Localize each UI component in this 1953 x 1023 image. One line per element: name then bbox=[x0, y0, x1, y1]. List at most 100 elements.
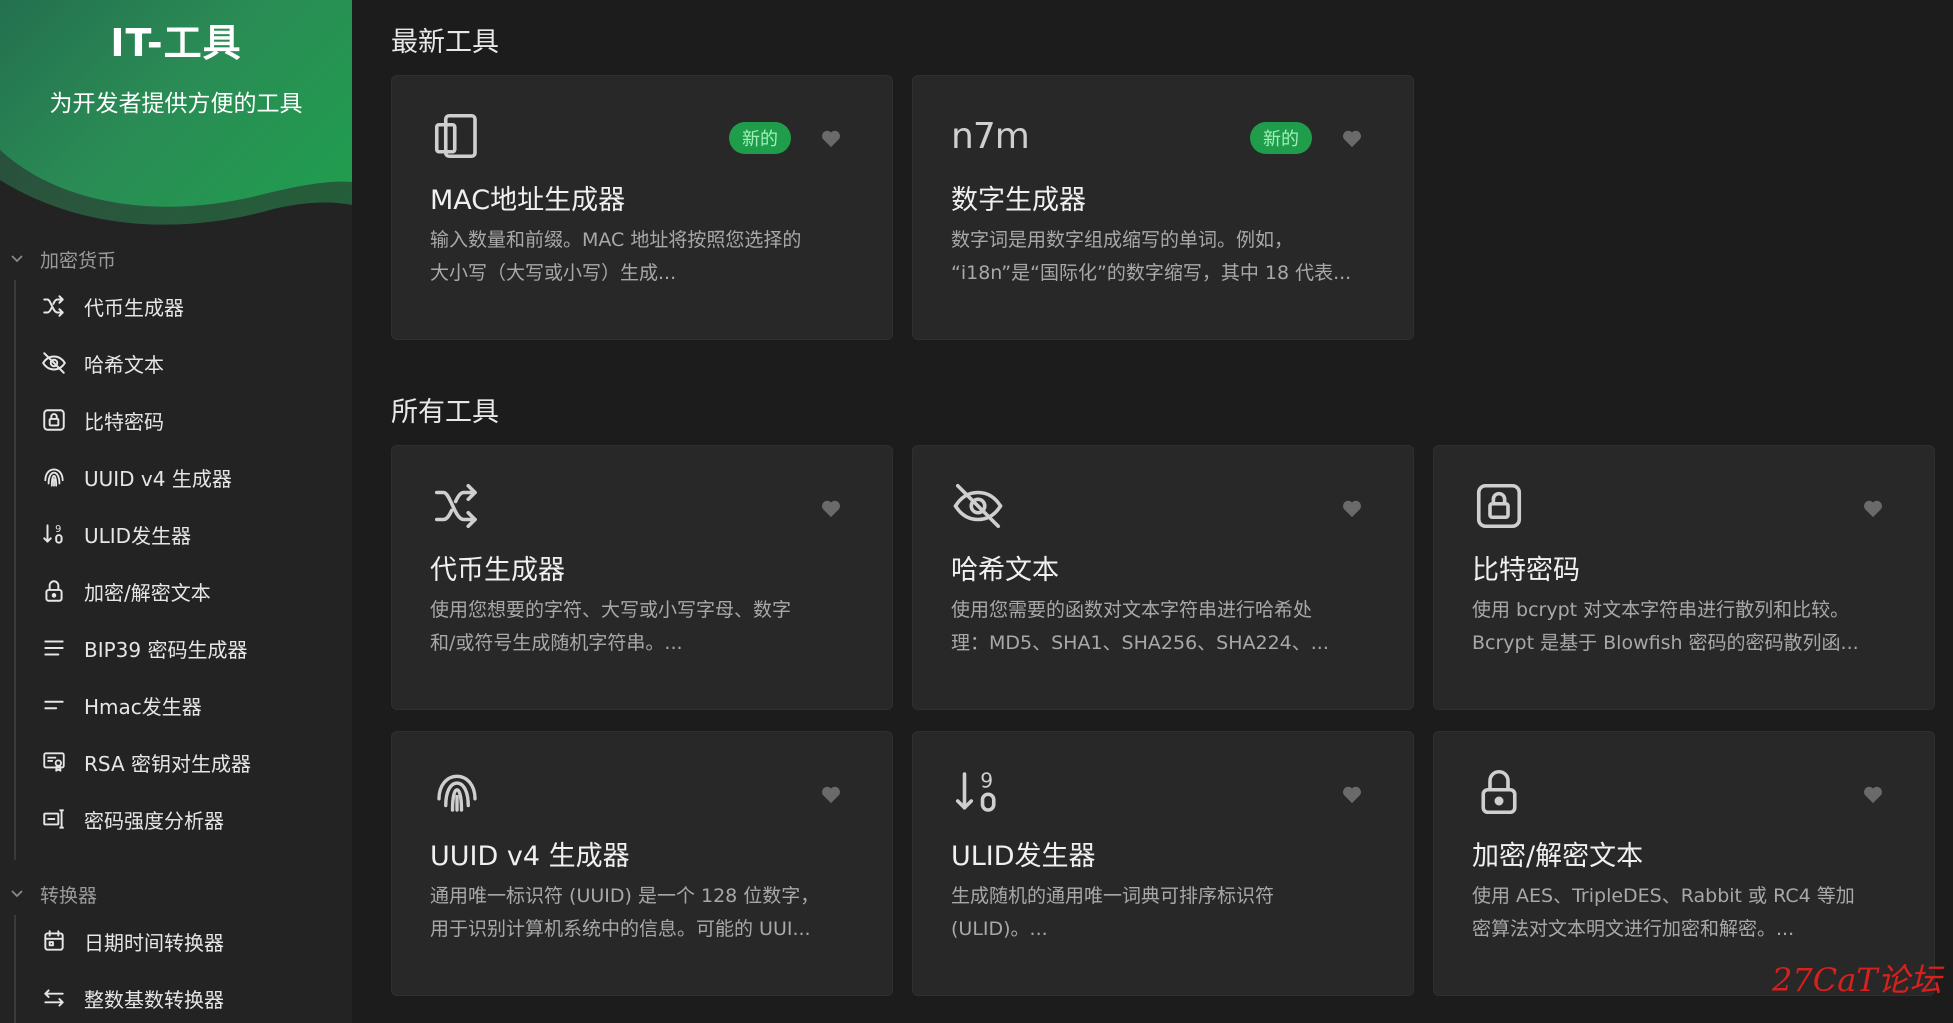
password-icon bbox=[40, 805, 68, 833]
description-line: 输入数量和前缀。MAC 地址将按照您选择的 bbox=[430, 229, 802, 251]
heart-icon[interactable] bbox=[817, 494, 845, 522]
chevron-down-icon bbox=[2, 879, 32, 909]
tool-card-mac-generator[interactable]: 新的 MAC地址生成器 输入数量和前缀。MAC 地址将按照您选择的 大小写（大写… bbox=[391, 75, 893, 340]
new-badge: 新的 bbox=[1250, 122, 1312, 154]
sidebar-item-hash-text[interactable]: 哈希文本 bbox=[40, 340, 340, 386]
description-line: (ULID)。... bbox=[951, 918, 1048, 940]
shuffle-icon bbox=[430, 478, 486, 534]
description-line: 使用您需要的函数对文本字符串进行哈希处 bbox=[951, 599, 1313, 621]
n7m-icon-text: n7m bbox=[951, 115, 1030, 157]
sidebar-item-encrypt-decrypt[interactable]: 加密/解密文本 bbox=[40, 568, 340, 614]
sidebar-item-label: BIP39 密码生成器 bbox=[84, 637, 248, 662]
heart-icon[interactable] bbox=[1338, 780, 1366, 808]
certificate-icon bbox=[40, 748, 68, 776]
sidebar-item-label: 密码强度分析器 bbox=[84, 808, 224, 833]
app-subtitle: 为开发者提供方便的工具 bbox=[49, 91, 303, 117]
chevron-down-icon bbox=[2, 244, 32, 274]
tool-card-title: ULID发生器 bbox=[951, 841, 1096, 872]
tool-card-description: 通用唯一标识符 (UUID) 是一个 128 位数字， 用于识别计算机系统中的信… bbox=[430, 880, 860, 946]
tool-card-description: 使用您需要的函数对文本字符串进行哈希处 理：MD5、SHA1、SHA256、SH… bbox=[951, 594, 1381, 660]
sidebar: IT-工具 为开发者提供方便的工具 加密货币 代币生成器 哈希文本 比特密码 U… bbox=[0, 0, 352, 1023]
tool-card-title: 哈希文本 bbox=[951, 555, 1059, 586]
tool-card-title: UUID v4 生成器 bbox=[430, 841, 630, 872]
sidebar-item-ulid-generator[interactable]: 9 ULID发生器 bbox=[40, 511, 340, 557]
sort-numeric-icon: 9 bbox=[40, 520, 68, 548]
tool-card-description: 使用 AES、TripleDES、Rabbit 或 RC4 等加 密算法对文本明… bbox=[1472, 880, 1902, 946]
sidebar-item-password-strength[interactable]: 密码强度分析器 bbox=[40, 796, 340, 842]
description-line: 密算法对文本明文进行加密和解密。... bbox=[1472, 918, 1795, 940]
sidebar-item-date-converter[interactable]: 日期时间转换器 bbox=[40, 918, 340, 964]
heart-icon[interactable] bbox=[1338, 124, 1366, 152]
sidebar-item-label: 代币生成器 bbox=[84, 295, 184, 320]
shuffle-icon bbox=[40, 292, 68, 320]
fingerprint-icon bbox=[430, 764, 486, 820]
tool-card-description: 使用您想要的字符、大写或小写字母、数字 和/或符号生成随机字符串。... bbox=[430, 594, 860, 660]
tool-card-hash-text[interactable]: 哈希文本 使用您需要的函数对文本字符串进行哈希处 理：MD5、SHA1、SHA2… bbox=[912, 445, 1414, 710]
sidebar-item-token-generator[interactable]: 代币生成器 bbox=[40, 283, 340, 329]
section-title-latest: 最新工具 bbox=[391, 27, 499, 58]
description-line: 数字词是用数字组成缩写的单词。例如， bbox=[951, 229, 1294, 251]
tool-card-description: 数字词是用数字组成缩写的单词。例如， “i18n”是“国际化”的数字缩写，其中 … bbox=[951, 224, 1381, 290]
lock-icon bbox=[1472, 764, 1528, 820]
description-line: 使用您想要的字符、大写或小写字母、数字 bbox=[430, 599, 792, 621]
sidebar-item-label: 加密/解密文本 bbox=[84, 580, 211, 605]
description-line: 理：MD5、SHA1、SHA256、SHA224、... bbox=[951, 632, 1329, 654]
sidebar-group-label: 转换器 bbox=[40, 884, 98, 907]
app-title[interactable]: IT-工具 bbox=[0, 12, 352, 67]
tool-card-token-generator[interactable]: 代币生成器 使用您想要的字符、大写或小写字母、数字 和/或符号生成随机字符串。.… bbox=[391, 445, 893, 710]
description-line: 和/或符号生成随机字符串。... bbox=[430, 632, 683, 654]
description-line: Bcrypt 是基于 Blowfish 密码的密码散列函... bbox=[1472, 632, 1859, 654]
tool-card-uuid-generator[interactable]: UUID v4 生成器 通用唯一标识符 (UUID) 是一个 128 位数字， … bbox=[391, 731, 893, 996]
sidebar-item-label: RSA 密钥对生成器 bbox=[84, 751, 252, 776]
tool-card-title: 加密/解密文本 bbox=[1472, 841, 1644, 872]
svg-text:9: 9 bbox=[55, 524, 61, 535]
sidebar-group-crypto[interactable]: 加密货币 bbox=[0, 244, 116, 274]
description-line: 大小写（大写或小写）生成... bbox=[430, 262, 677, 284]
new-badge: 新的 bbox=[729, 122, 791, 154]
description-line: 通用唯一标识符 (UUID) 是一个 128 位数字， bbox=[430, 885, 820, 907]
list-icon bbox=[40, 634, 68, 662]
heart-icon[interactable] bbox=[1859, 780, 1887, 808]
heart-icon[interactable] bbox=[817, 124, 845, 152]
description-line: 生成随机的通用唯一词典可排序标识符 bbox=[951, 885, 1275, 907]
group-divider-line bbox=[14, 280, 16, 860]
sidebar-item-label: 哈希文本 bbox=[84, 352, 164, 377]
sidebar-item-hmac-generator[interactable]: Hmac发生器 bbox=[40, 682, 340, 728]
app-header: IT-工具 为开发者提供方便的工具 bbox=[0, 0, 352, 230]
description-line: 用于识别计算机系统中的信息。可能的 UUI... bbox=[430, 918, 811, 940]
fingerprint-icon bbox=[40, 463, 68, 491]
sidebar-item-label: 比特密码 bbox=[84, 409, 164, 434]
sidebar-item-uuid-generator[interactable]: UUID v4 生成器 bbox=[40, 454, 340, 500]
tool-card-description: 输入数量和前缀。MAC 地址将按照您选择的 大小写（大写或小写）生成... bbox=[430, 224, 860, 290]
short-text-icon bbox=[40, 691, 68, 719]
heart-icon[interactable] bbox=[1859, 494, 1887, 522]
heart-icon[interactable] bbox=[817, 780, 845, 808]
lock-square-icon bbox=[40, 406, 68, 434]
sort-numeric-icon: 9 bbox=[951, 764, 1007, 820]
tool-card-title: 数字生成器 bbox=[951, 185, 1086, 216]
tool-card-title: 比特密码 bbox=[1472, 555, 1580, 586]
sidebar-group-label: 加密货币 bbox=[40, 249, 117, 272]
header-wave-decoration bbox=[0, 150, 352, 230]
sidebar-item-label: ULID发生器 bbox=[84, 523, 192, 548]
sidebar-item-integer-base-converter[interactable]: 整数基数转换器 bbox=[40, 975, 340, 1021]
eye-off-icon bbox=[40, 349, 68, 377]
tool-card-ulid-generator[interactable]: 9 ULID发生器 生成随机的通用唯一词典可排序标识符 (ULID)。... bbox=[912, 731, 1414, 996]
sidebar-item-label: UUID v4 生成器 bbox=[84, 466, 232, 491]
heart-icon[interactable] bbox=[1338, 494, 1366, 522]
tool-card-bcrypt[interactable]: 比特密码 使用 bcrypt 对文本字符串进行散列和比较。 Bcrypt 是基于… bbox=[1433, 445, 1935, 710]
sidebar-item-rsa-generator[interactable]: RSA 密钥对生成器 bbox=[40, 739, 340, 785]
svg-text:9: 9 bbox=[980, 769, 993, 793]
watermark: 27CaT论坛 bbox=[1772, 961, 1942, 999]
sidebar-group-converters[interactable]: 转换器 bbox=[0, 879, 97, 909]
tool-card-title: 代币生成器 bbox=[430, 555, 565, 586]
lock-square-icon bbox=[1472, 478, 1528, 534]
eye-off-icon bbox=[951, 478, 1007, 534]
arrows-exchange-icon bbox=[40, 984, 68, 1012]
tool-card-description: 生成随机的通用唯一词典可排序标识符 (ULID)。... bbox=[951, 880, 1381, 946]
calendar-icon bbox=[40, 927, 68, 955]
tool-card-numeronym-generator[interactable]: n7m 新的 数字生成器 数字词是用数字组成缩写的单词。例如， “i18n”是“… bbox=[912, 75, 1414, 340]
sidebar-item-bip39-generator[interactable]: BIP39 密码生成器 bbox=[40, 625, 340, 671]
tool-card-title: MAC地址生成器 bbox=[430, 185, 626, 216]
sidebar-item-bcrypt[interactable]: 比特密码 bbox=[40, 397, 340, 443]
